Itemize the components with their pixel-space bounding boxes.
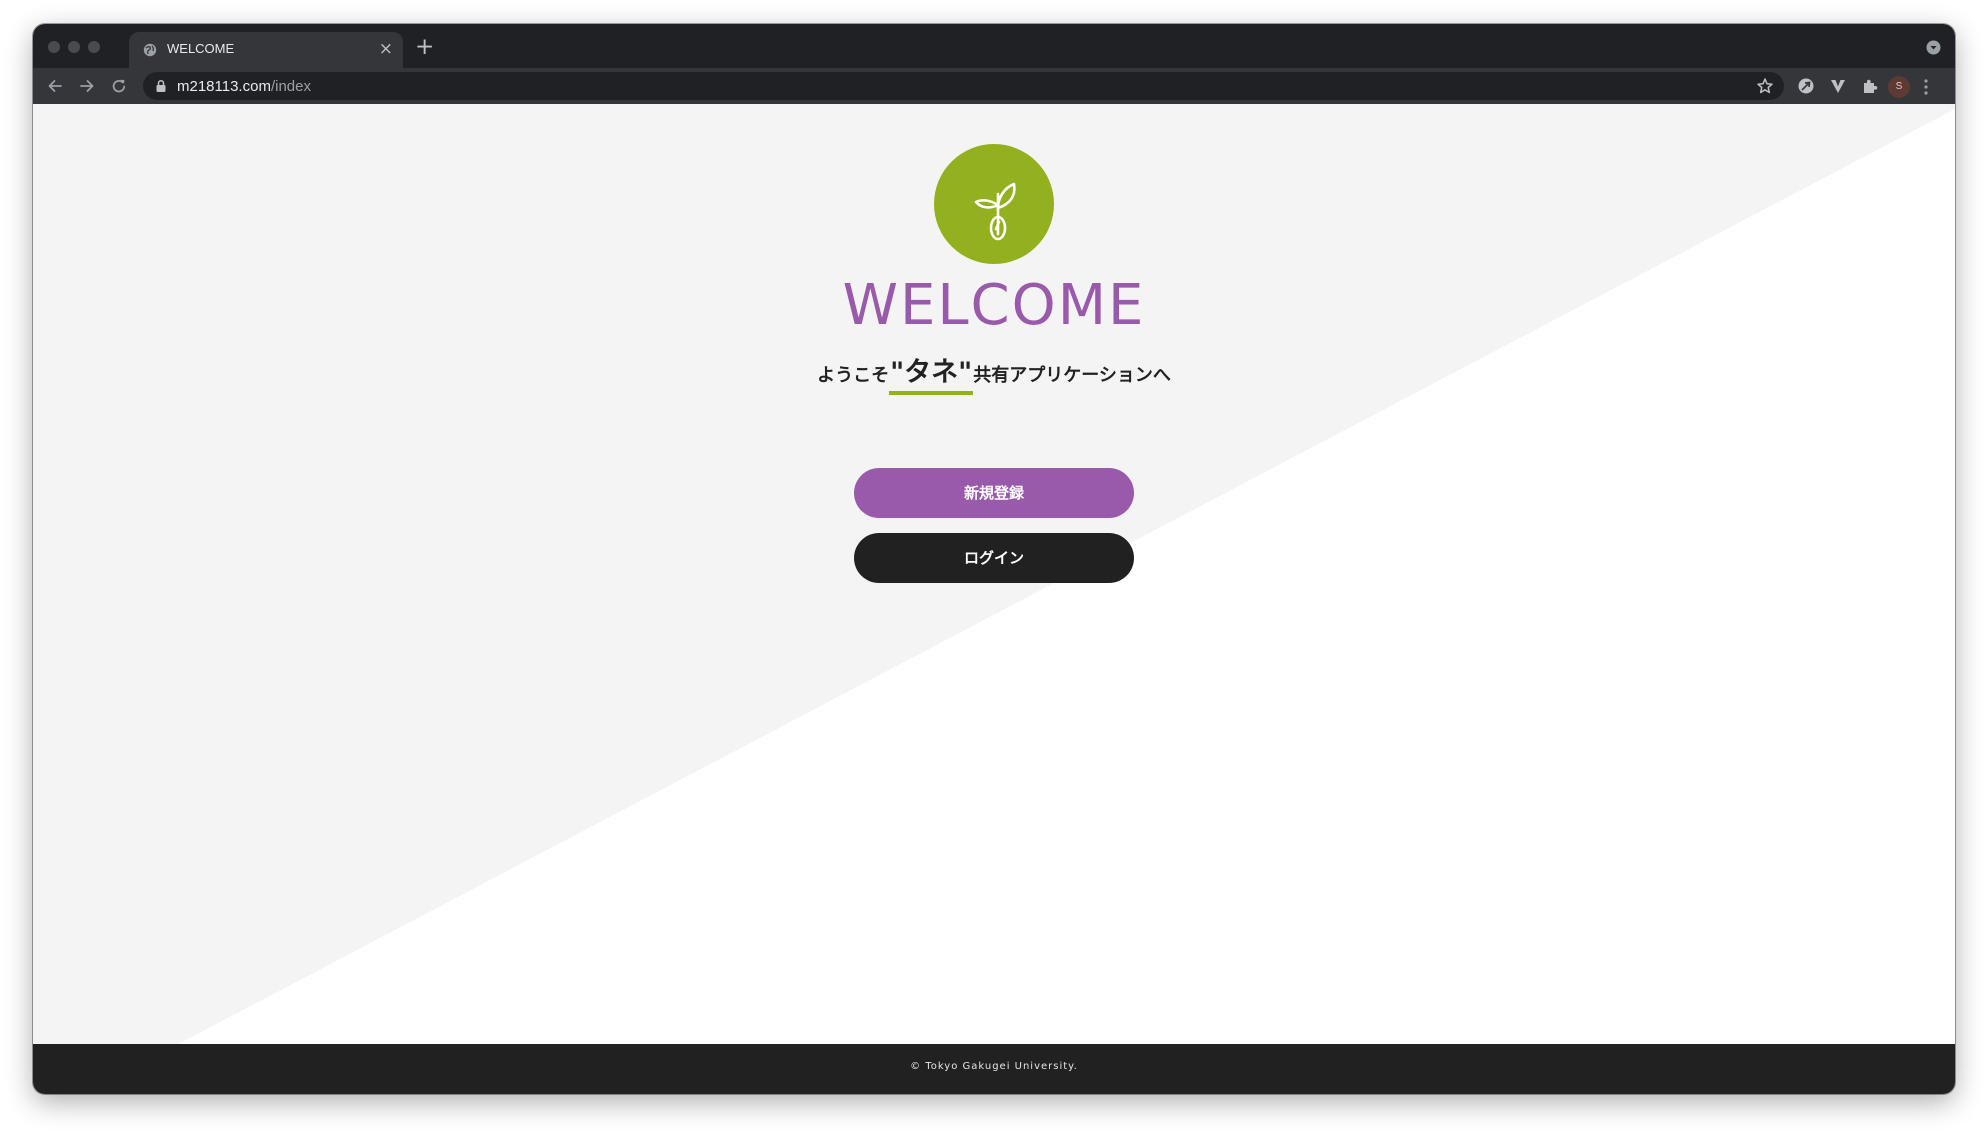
address-url: m218113.com/index	[177, 78, 311, 95]
reload-icon[interactable]	[110, 77, 128, 95]
back-icon[interactable]	[46, 77, 64, 95]
menu-icon[interactable]	[1924, 78, 1928, 96]
footer: © Tokyo Gakugei University.	[33, 1044, 1955, 1094]
tagline-highlight: "タネ"	[889, 356, 974, 395]
copyright-text: © Tokyo Gakugei University.	[910, 1061, 1078, 1072]
window-close-light[interactable]	[48, 41, 60, 53]
browser-toolbar: m218113.com/index S	[33, 68, 1955, 104]
sprout-icon	[974, 182, 1016, 241]
tagline-prefix: ようこそ	[817, 365, 890, 386]
vivaldi-extension-icon[interactable]	[1829, 77, 1847, 95]
globe-icon	[143, 43, 157, 57]
login-button[interactable]: ログイン	[854, 533, 1134, 583]
page-title: WELCOME	[842, 273, 1146, 338]
browser-tab[interactable]: WELCOME ×	[129, 32, 403, 68]
page-content: WELCOME ようこそ"タネ"共有アプリケーションへ 新規登録 ログイン	[33, 104, 1955, 1070]
lock-icon	[156, 79, 166, 92]
tab-strip: WELCOME × +	[33, 24, 1955, 68]
extension-icon[interactable]	[1797, 77, 1815, 95]
tagline: ようこそ"タネ"共有アプリケーションへ	[33, 356, 1955, 395]
url-host: m218113.com	[177, 78, 271, 95]
address-bar[interactable]: m218113.com/index	[143, 72, 1784, 100]
window-minimize-light[interactable]	[68, 41, 80, 53]
register-button[interactable]: 新規登録	[854, 468, 1134, 518]
url-path: /index	[270, 78, 311, 95]
star-icon[interactable]	[1756, 77, 1774, 95]
logo	[934, 144, 1054, 264]
tab-close-icon[interactable]: ×	[379, 39, 393, 59]
puzzle-icon[interactable]	[1861, 77, 1879, 95]
forward-icon[interactable]	[78, 77, 96, 95]
tab-title: WELCOME	[167, 41, 235, 56]
browser-window: WELCOME × + m218113.com/index S WELCOME …	[33, 24, 1955, 1094]
tab-search-icon[interactable]	[1926, 40, 1941, 55]
profile-avatar[interactable]: S	[1888, 76, 1910, 98]
window-zoom-light[interactable]	[88, 41, 100, 53]
tagline-suffix: 共有アプリケーションへ	[973, 365, 1171, 386]
new-tab-button[interactable]: +	[415, 36, 434, 59]
